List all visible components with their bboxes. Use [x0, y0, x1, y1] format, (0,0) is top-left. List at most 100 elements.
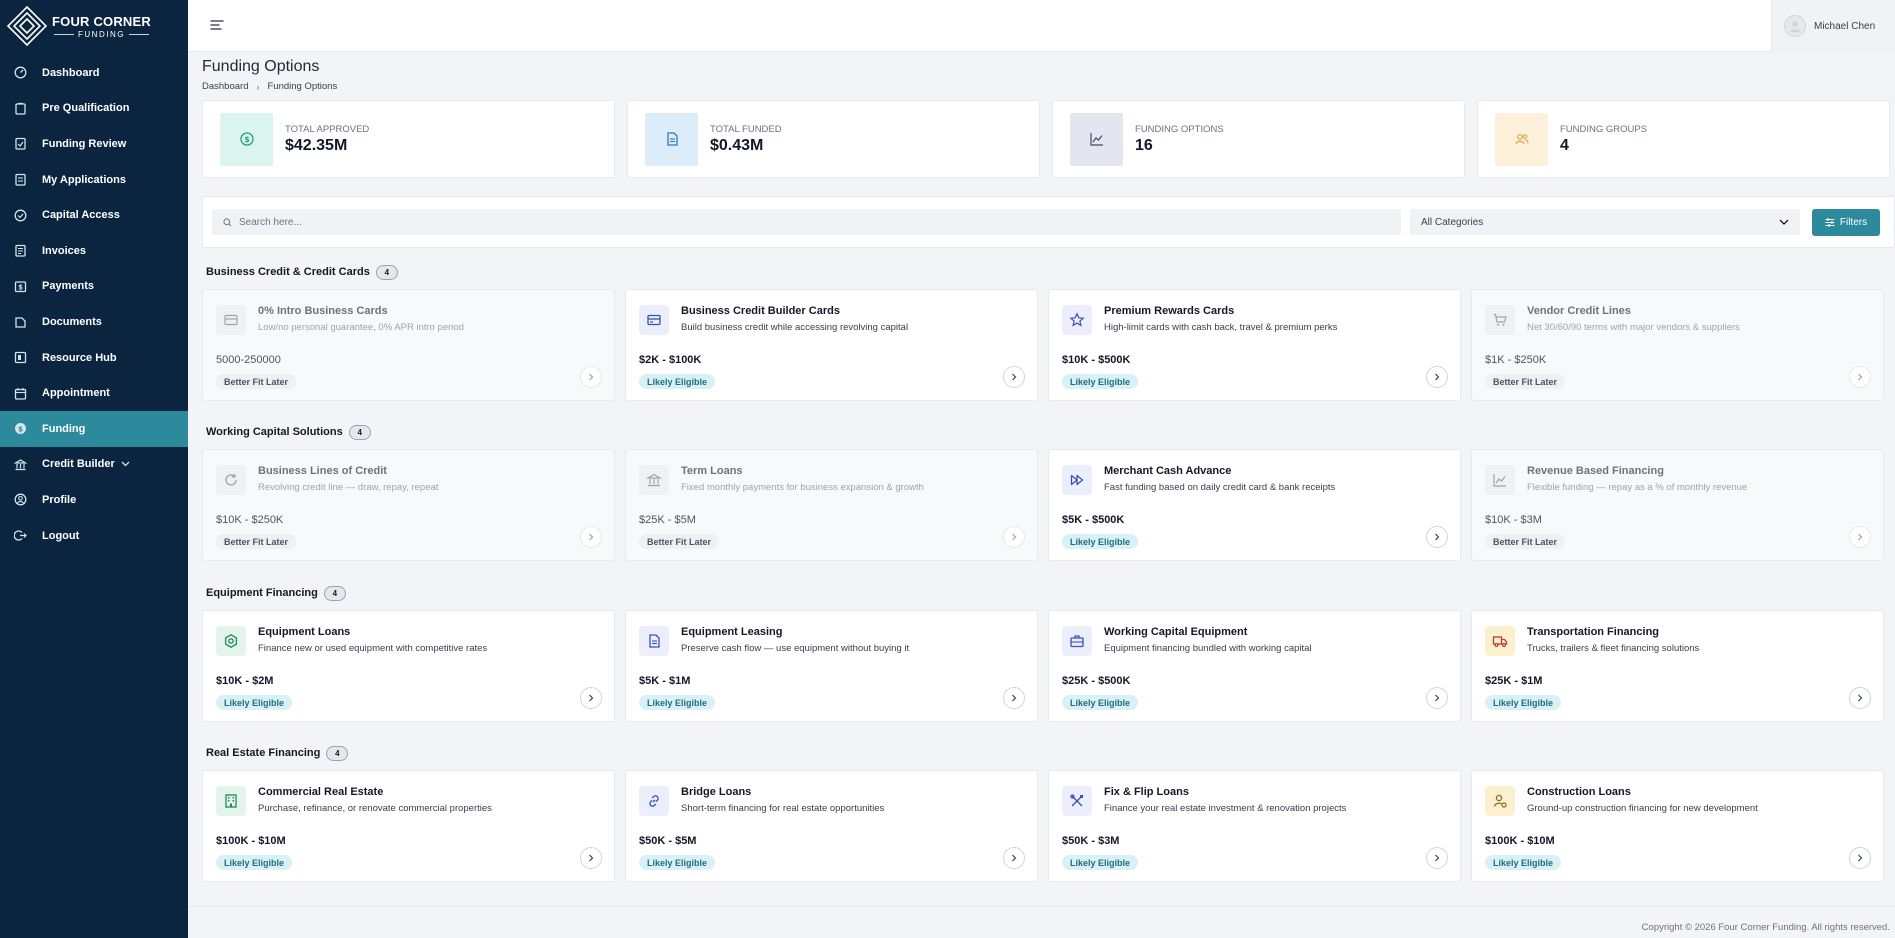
stats-row: $ TOTAL APPROVED $42.35M TOTAL FUNDED $0.43M…: [202, 100, 1890, 178]
sidebar-item-funding[interactable]: $ Funding: [0, 410, 188, 447]
sidebar-item-funding-review[interactable]: Funding Review: [0, 126, 188, 162]
svg-text:$: $: [244, 135, 250, 144]
stat-value: $0.43M: [710, 136, 764, 154]
chevron-right-icon[interactable]: [580, 526, 602, 548]
chevron-right-icon[interactable]: [1426, 847, 1448, 869]
chevron-right-icon[interactable]: [1003, 847, 1025, 869]
sidebar-item-resource-hub[interactable]: Resource Hub: [0, 340, 188, 376]
card-title: 0% Intro Business Cards: [258, 305, 388, 317]
card-amount-range: $25K - $1M: [1485, 675, 1543, 687]
breadcrumb: Dashboard › Funding Options: [202, 81, 337, 92]
card-title: Transportation Financing: [1527, 626, 1660, 638]
funding-option-card[interactable]: Term Loans Fixed monthly payments for bus…: [625, 449, 1038, 561]
card-amount-range: 5000-250000: [216, 354, 281, 366]
funding-option-card[interactable]: 0% Intro Business Cards Low/no personal g…: [202, 289, 615, 401]
search-filter-bar: All Categories Filters: [202, 196, 1895, 248]
eligibility-badge: Likely Eligible: [1485, 855, 1562, 870]
funding-option-card[interactable]: Premium Rewards Cards High-limit cards wi…: [1048, 289, 1461, 401]
brand-sub: FUNDING: [78, 29, 125, 39]
chevron-right-icon[interactable]: [580, 366, 602, 388]
logout-icon: [14, 529, 27, 542]
card-amount-range: $25K - $5M: [639, 514, 696, 526]
funding-option-card[interactable]: Working Capital Equipment Equipment finan…: [1048, 610, 1461, 722]
menu-toggle-icon[interactable]: [209, 18, 225, 32]
search-input[interactable]: [239, 216, 1389, 228]
eligibility-badge: Likely Eligible: [1062, 374, 1139, 389]
funding-option-card[interactable]: Commercial Real Estate Purchase, refinanc…: [202, 770, 615, 882]
search-box[interactable]: [212, 209, 1401, 235]
sidebar-item-profile[interactable]: Profile: [0, 482, 188, 518]
funding-option-card[interactable]: Business Credit Builder Cards Build busin…: [625, 289, 1038, 401]
sidebar-item-credit-builder[interactable]: Credit Builder: [0, 447, 188, 483]
section-title: Real Estate Financing: [206, 747, 321, 759]
funding-option-card[interactable]: Vendor Credit Lines Net 30/60/90 terms wi…: [1471, 289, 1884, 401]
user-name: Michael Chen: [1814, 20, 1876, 32]
card-description: Build business credit while accessing re…: [681, 322, 909, 333]
chevron-right-icon[interactable]: [580, 847, 602, 869]
chevron-right-icon[interactable]: [1849, 526, 1871, 548]
funding-option-card[interactable]: Equipment Loans Finance new or used equip…: [202, 610, 615, 722]
chevron-right-icon[interactable]: [1003, 526, 1025, 548]
chevron-right-icon[interactable]: [1849, 847, 1871, 869]
funding-option-card[interactable]: Fix & Flip Loans Finance your real estate…: [1048, 770, 1461, 882]
footer: Copyright © 2026 Four Corner Funding. Al…: [188, 906, 1895, 938]
sidebar-item-pre-qualification[interactable]: Pre Qualification: [0, 91, 188, 127]
chevron-right-icon[interactable]: [1003, 687, 1025, 709]
breadcrumb-dashboard[interactable]: Dashboard: [202, 81, 248, 92]
building-icon: [216, 786, 246, 816]
eligibility-badge: Likely Eligible: [1062, 855, 1139, 870]
svg-text:$: $: [18, 283, 23, 291]
funding-option-card[interactable]: Transportation Financing Trucks, trailers…: [1471, 610, 1884, 722]
section-count-badge: 4: [375, 264, 398, 280]
filters-button[interactable]: Filters: [1812, 209, 1880, 236]
card-amount-range: $100K - $10M: [1485, 835, 1555, 847]
section-title: Working Capital Solutions: [206, 426, 343, 438]
sidebar-item-label: Profile: [42, 493, 77, 506]
funding-option-card[interactable]: Construction Loans Ground-up construction…: [1471, 770, 1884, 882]
stat-label: TOTAL APPROVED: [285, 123, 370, 135]
sidebar-item-logout[interactable]: Logout: [0, 518, 188, 554]
dashboard-icon: [14, 66, 27, 79]
card-amount-range: $2K - $100K: [639, 354, 702, 366]
chevron-right-icon[interactable]: [1426, 366, 1448, 388]
card-amount-range: $10K - $3M: [1485, 514, 1542, 526]
sliders-icon: [1825, 218, 1835, 227]
card-amount-range: $25K - $500K: [1062, 675, 1131, 687]
funding-option-card[interactable]: Revenue Based Financing Flexible funding …: [1471, 449, 1884, 561]
section-count-badge: 4: [348, 424, 371, 440]
card-description: Trucks, trailers & fleet financing solut…: [1527, 643, 1700, 654]
chevron-right-icon[interactable]: [1426, 687, 1448, 709]
eligibility-badge: Likely Eligible: [639, 374, 716, 389]
document-icon: [645, 112, 698, 166]
chevron-right-icon[interactable]: [1426, 526, 1448, 548]
dollar-icon: $: [220, 112, 273, 166]
category-select[interactable]: All Categories: [1410, 209, 1800, 235]
card-description: Finance your real estate investment & re…: [1104, 803, 1347, 814]
chevron-right-icon[interactable]: [580, 687, 602, 709]
sidebar-item-capital-access[interactable]: Capital Access: [0, 197, 188, 233]
sidebar-item-my-applications[interactable]: My Applications: [0, 162, 188, 198]
star-icon: [1062, 305, 1092, 335]
brand-logo[interactable]: FOUR CORNER FUNDING: [0, 0, 188, 52]
stat-label: TOTAL FUNDED: [710, 123, 782, 135]
user-menu[interactable]: Michael Chen: [1771, 0, 1895, 52]
search-icon: [223, 217, 232, 226]
chart-line-icon: [1485, 465, 1515, 495]
card-description: Preserve cash flow — use equipment witho…: [681, 643, 910, 654]
funding-option-card[interactable]: Equipment Leasing Preserve cash flow — us…: [625, 610, 1038, 722]
chevron-right-icon[interactable]: [1003, 366, 1025, 388]
funding-option-card[interactable]: Business Lines of Credit Revolving credit…: [202, 449, 615, 561]
sidebar-item-label: Capital Access: [42, 209, 120, 222]
sidebar-item-documents[interactable]: Documents: [0, 304, 188, 340]
funding-option-card[interactable]: Bridge Loans Short-term financing for rea…: [625, 770, 1038, 882]
chevron-right-icon[interactable]: [1849, 366, 1871, 388]
funding-option-card[interactable]: Merchant Cash Advance Fast funding based …: [1048, 449, 1461, 561]
chevron-right-icon[interactable]: [1849, 687, 1871, 709]
sidebar-item-dashboard[interactable]: Dashboard: [0, 55, 188, 91]
card-title: Vendor Credit Lines: [1527, 305, 1631, 317]
sidebar-item-appointment[interactable]: Appointment: [0, 375, 188, 411]
sidebar-item-payments[interactable]: $ Payments: [0, 269, 188, 305]
funding-section: Real Estate Financing 4 Commercial Real Es…: [202, 743, 1895, 882]
sidebar-item-invoices[interactable]: Invoices: [0, 233, 188, 269]
bank-icon: [639, 465, 669, 495]
